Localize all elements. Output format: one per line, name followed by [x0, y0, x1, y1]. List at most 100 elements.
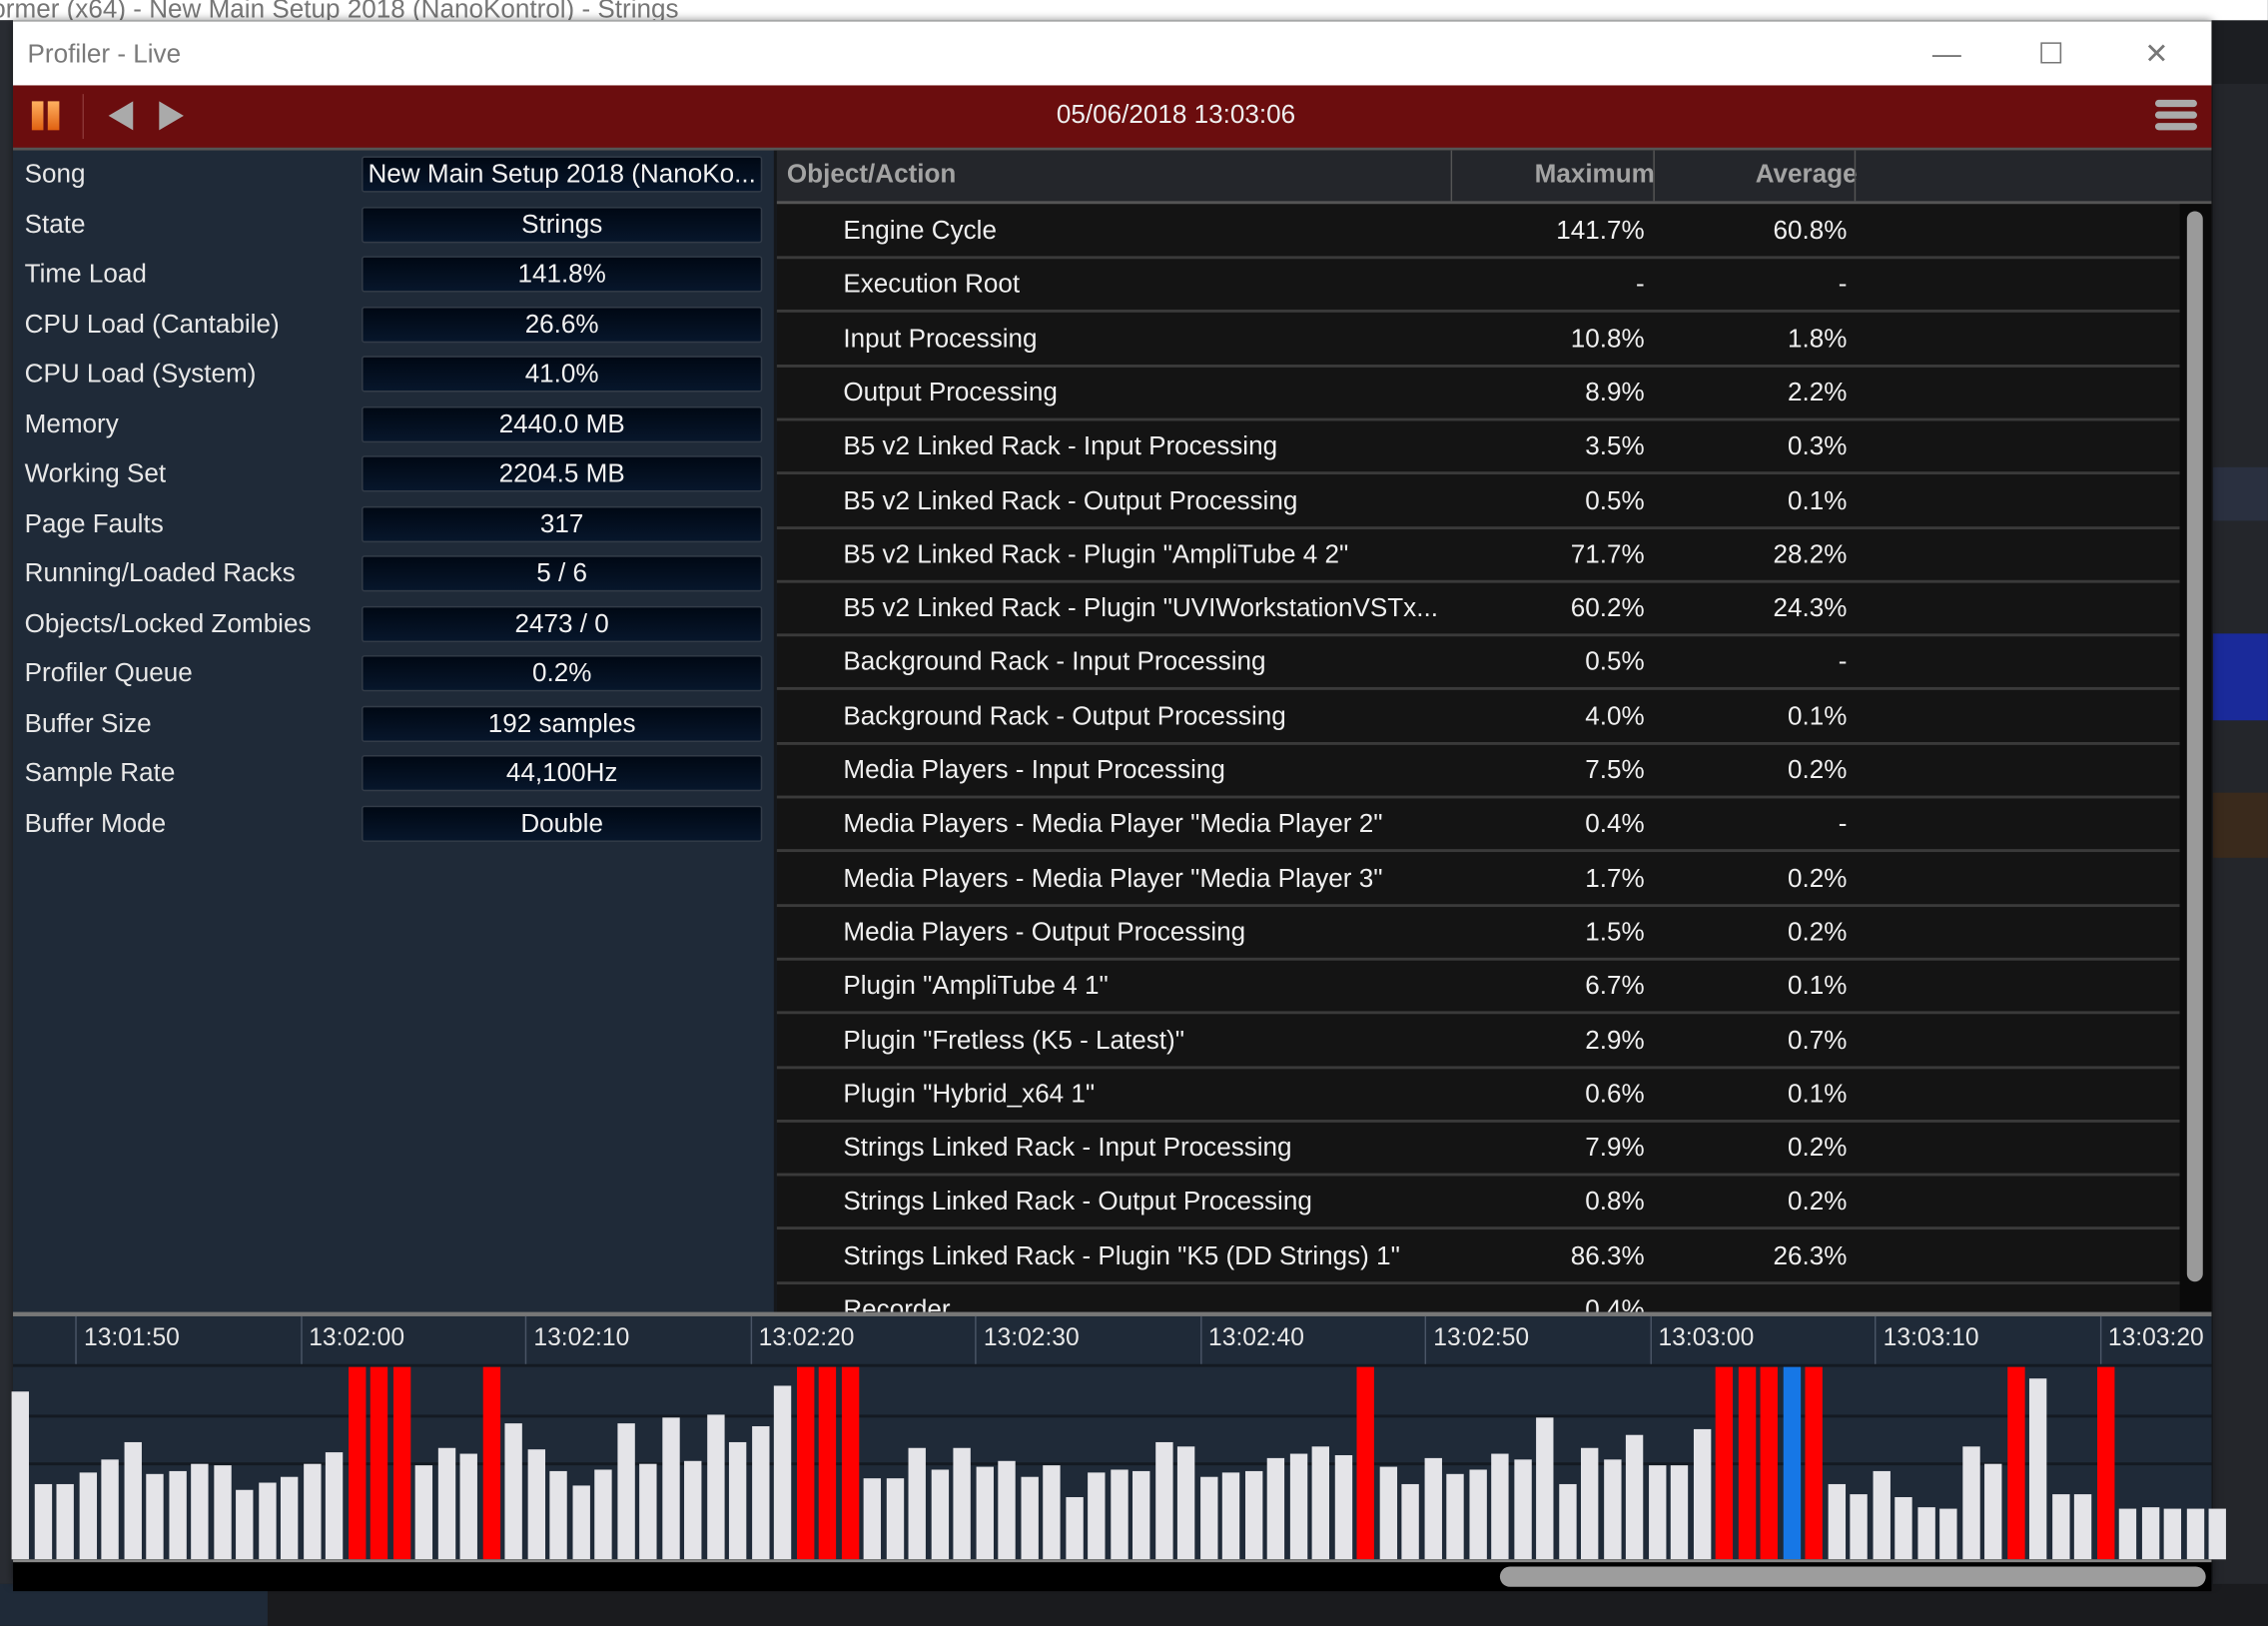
load-bar[interactable]: [616, 1422, 635, 1560]
load-bar[interactable]: [1693, 1428, 1711, 1560]
load-bar[interactable]: [1491, 1453, 1509, 1560]
load-bar[interactable]: [1984, 1462, 2002, 1560]
load-bar[interactable]: [684, 1461, 702, 1560]
load-bar[interactable]: [706, 1414, 724, 1560]
load-bar[interactable]: [1088, 1472, 1106, 1560]
load-bar[interactable]: [953, 1447, 971, 1560]
table-row[interactable]: Media Players - Input Processing 7.5% 0.2%: [776, 743, 2180, 799]
load-bar[interactable]: [1850, 1493, 1868, 1560]
load-bar[interactable]: [2208, 1509, 2226, 1560]
load-bar[interactable]: [863, 1478, 882, 1560]
load-bar[interactable]: [1043, 1464, 1061, 1560]
overload-bar[interactable]: [392, 1366, 410, 1560]
maximize-icon[interactable]: ☐: [2029, 33, 2072, 76]
load-bar[interactable]: [2118, 1509, 2137, 1560]
load-bar[interactable]: [1311, 1445, 1329, 1560]
load-bar[interactable]: [751, 1426, 769, 1560]
load-bar[interactable]: [1289, 1453, 1307, 1560]
load-bar[interactable]: [886, 1478, 904, 1560]
overload-bar[interactable]: [2096, 1366, 2114, 1560]
load-bar[interactable]: [594, 1468, 612, 1560]
load-bar[interactable]: [1894, 1497, 1912, 1560]
load-bar[interactable]: [1827, 1484, 1846, 1560]
load-bar[interactable]: [303, 1462, 321, 1560]
table-row[interactable]: Media Players - Output Processing 1.5% 0.2…: [776, 905, 2180, 961]
load-bar[interactable]: [1603, 1459, 1621, 1560]
table-row[interactable]: Output Processing 8.9% 2.2%: [776, 366, 2180, 421]
load-bar[interactable]: [1536, 1416, 1554, 1560]
load-bar[interactable]: [414, 1464, 433, 1560]
selected-bar[interactable]: [1783, 1366, 1801, 1560]
table-row[interactable]: Execution Root - -: [776, 258, 2180, 314]
overload-bar[interactable]: [348, 1366, 366, 1560]
table-row[interactable]: Input Processing 10.8% 1.8%: [776, 312, 2180, 368]
vertical-scrollbar-thumb[interactable]: [2186, 211, 2203, 1282]
table-row[interactable]: B5 v2 Linked Rack - Output Processing 0.5…: [776, 473, 2180, 529]
window-titlebar[interactable]: Profiler - Live — ☐ ✕: [13, 20, 2212, 87]
load-bar[interactable]: [1670, 1464, 1689, 1560]
load-bar[interactable]: [325, 1451, 344, 1560]
load-bar[interactable]: [908, 1447, 926, 1560]
table-row[interactable]: Media Players - Media Player "Media Play…: [776, 797, 2180, 853]
load-bar[interactable]: [1133, 1470, 1150, 1560]
column-header-average[interactable]: Average: [1756, 159, 1858, 189]
load-bar[interactable]: [123, 1441, 142, 1560]
load-bar[interactable]: [773, 1385, 792, 1560]
load-bar[interactable]: [213, 1464, 232, 1560]
load-bar[interactable]: [1916, 1507, 1935, 1560]
overload-bar[interactable]: [482, 1366, 500, 1560]
table-row[interactable]: Plugin "AmpliTube 4 1" 6.7% 0.1%: [776, 959, 2180, 1015]
load-bar[interactable]: [1199, 1476, 1217, 1560]
overload-bar[interactable]: [841, 1366, 859, 1560]
load-bar[interactable]: [168, 1470, 187, 1560]
load-bar[interactable]: [975, 1466, 994, 1560]
horizontal-scrollbar[interactable]: [13, 1559, 2212, 1592]
load-bar[interactable]: [728, 1441, 747, 1560]
load-bar[interactable]: [1110, 1468, 1128, 1560]
overload-bar[interactable]: [2006, 1366, 2024, 1560]
load-bar[interactable]: [1961, 1445, 1979, 1560]
load-bar[interactable]: [1648, 1464, 1666, 1560]
load-bar[interactable]: [34, 1484, 52, 1560]
table-row[interactable]: Recorder 0.4%: [777, 1283, 2180, 1311]
overload-bar[interactable]: [796, 1366, 814, 1560]
table-row[interactable]: Strings Linked Rack - Output Processing 0…: [776, 1176, 2180, 1230]
vertical-scrollbar[interactable]: [2179, 204, 2212, 1312]
overload-bar[interactable]: [1738, 1366, 1756, 1560]
load-bar[interactable]: [1872, 1470, 1890, 1560]
hamburger-menu-icon[interactable]: [2154, 99, 2197, 132]
load-bar[interactable]: [2073, 1493, 2092, 1560]
load-bar[interactable]: [280, 1476, 299, 1560]
table-row[interactable]: B5 v2 Linked Rack - Plugin "UVIWorkstati…: [776, 581, 2180, 637]
load-bar[interactable]: [191, 1462, 209, 1560]
load-bar[interactable]: [1266, 1457, 1285, 1560]
load-bar[interactable]: [1154, 1441, 1172, 1560]
load-bar[interactable]: [1176, 1445, 1195, 1560]
load-bar[interactable]: [1378, 1466, 1397, 1560]
load-bar[interactable]: [930, 1468, 949, 1560]
load-bar[interactable]: [1446, 1474, 1464, 1560]
load-bar[interactable]: [2163, 1509, 2182, 1560]
load-bar[interactable]: [459, 1453, 477, 1560]
table-row[interactable]: B5 v2 Linked Rack - Input Processing 3.5%…: [776, 419, 2180, 475]
load-bar[interactable]: [236, 1489, 254, 1560]
load-bar[interactable]: [1244, 1470, 1262, 1560]
load-bar[interactable]: [2141, 1507, 2159, 1560]
minimize-icon[interactable]: —: [1925, 33, 1968, 76]
table-row[interactable]: Engine Cycle 141.7% 60.8%: [776, 204, 2180, 260]
load-bar[interactable]: [11, 1391, 29, 1560]
overload-bar[interactable]: [818, 1366, 837, 1560]
overload-bar[interactable]: [1805, 1366, 1823, 1560]
load-bar[interactable]: [146, 1474, 164, 1560]
column-header-object-action[interactable]: Object/Action: [787, 159, 956, 189]
horizontal-scrollbar-thumb[interactable]: [1499, 1566, 2206, 1587]
load-bar[interactable]: [639, 1462, 657, 1560]
load-bar[interactable]: [2051, 1493, 2069, 1560]
table-row[interactable]: Background Rack - Input Processing 0.5% -: [776, 635, 2180, 691]
load-bar[interactable]: [2186, 1509, 2204, 1560]
load-bar[interactable]: [504, 1422, 522, 1560]
load-bar[interactable]: [571, 1486, 590, 1560]
column-header-maximum[interactable]: Maximum: [1535, 159, 1655, 189]
load-bar[interactable]: [526, 1449, 545, 1560]
load-bar[interactable]: [2028, 1378, 2047, 1560]
